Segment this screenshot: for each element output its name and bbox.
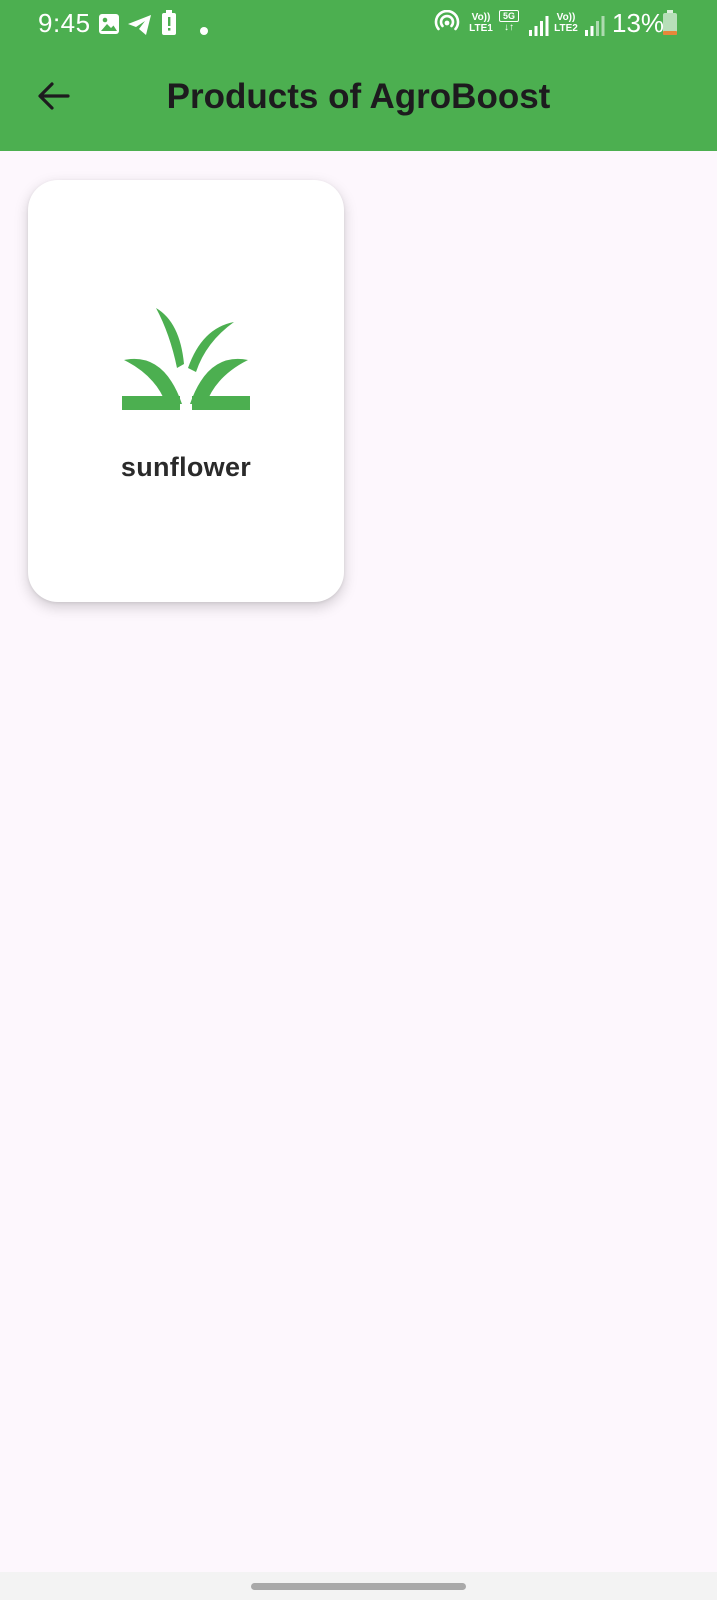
signal-2-icon bbox=[585, 16, 605, 36]
signal-icon bbox=[529, 16, 549, 36]
top-area: 9:45 Vo)) LTE1 5G ↓↑ Vo)) LTE2 13% Produ… bbox=[0, 0, 717, 151]
sim1-volte-label: Vo)) LTE1 bbox=[466, 12, 496, 34]
sim2-label-top: Vo)) bbox=[556, 12, 576, 23]
network-type-badge: 5G ↓↑ bbox=[499, 10, 519, 33]
battery-percent: 13% bbox=[612, 8, 665, 38]
page-title: Products of AgroBoost bbox=[166, 77, 551, 116]
gallery-icon bbox=[99, 14, 119, 34]
product-card[interactable]: sunflower bbox=[28, 180, 344, 602]
sim2-label-bottom: LTE2 bbox=[554, 23, 578, 34]
sim2-volte-label: Vo)) LTE2 bbox=[551, 12, 581, 34]
products-grid: sunflower bbox=[0, 151, 717, 1600]
sim1-label-bottom: LTE1 bbox=[469, 23, 493, 34]
status-time: 9:45 bbox=[38, 8, 91, 38]
battery-icon bbox=[663, 10, 677, 35]
app-bar: Products of AgroBoost bbox=[0, 46, 717, 151]
status-bar: 9:45 Vo)) LTE1 5G ↓↑ Vo)) LTE2 13% bbox=[0, 0, 717, 46]
sim1-label-top: Vo)) bbox=[471, 12, 491, 23]
product-name: sunflower bbox=[120, 452, 252, 482]
dot-icon bbox=[200, 27, 208, 35]
data-arrows-icon: ↓↑ bbox=[504, 22, 514, 33]
battery-alert-icon bbox=[162, 10, 176, 35]
hotspot-icon bbox=[434, 10, 460, 31]
telegram-icon bbox=[128, 15, 151, 35]
network-type-label: 5G bbox=[499, 10, 519, 22]
grass-icon bbox=[122, 308, 250, 410]
gesture-handle[interactable] bbox=[251, 1583, 466, 1590]
